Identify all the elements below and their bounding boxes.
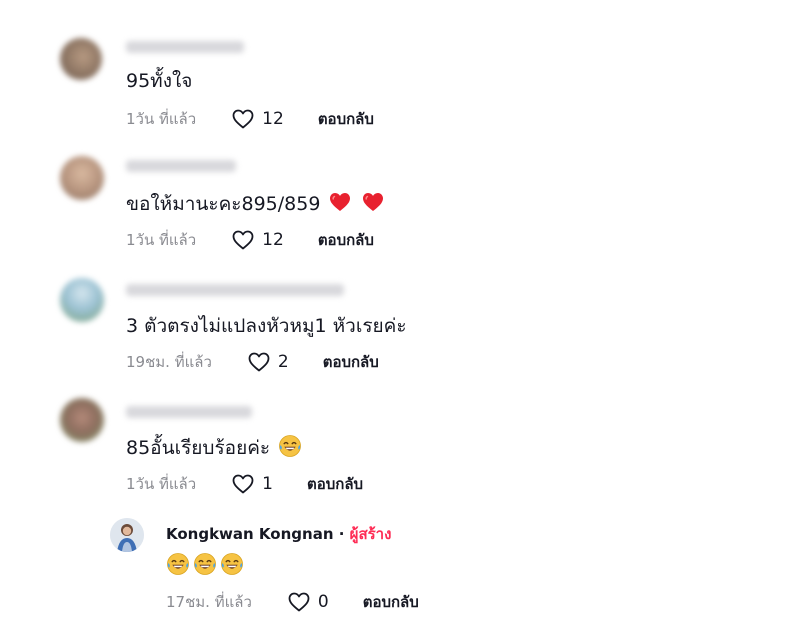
like-heart-icon[interactable] [286, 590, 312, 614]
comment-text: 85อั้นเรียบร้อยค่ะ [126, 434, 302, 460]
commenter-username-blurred[interactable] [126, 284, 344, 296]
comment-time: 19ชม. ที่แล้ว [126, 353, 212, 371]
comment-time: 1วัน ที่แล้ว [126, 475, 197, 493]
tears-of-joy-emoji [166, 552, 190, 576]
like-count: 2 [277, 352, 289, 372]
reply-button[interactable]: ตอบกลับ [318, 228, 374, 252]
commenter-avatar[interactable] [60, 398, 104, 442]
tears-of-joy-emoji [193, 552, 217, 576]
commenter-avatar[interactable] [60, 156, 104, 200]
comment-text-content: 85อั้นเรียบร้อยค่ะ [126, 437, 271, 459]
like-count: 12 [262, 109, 284, 129]
like-heart-icon[interactable] [230, 107, 256, 131]
like-count: 12 [262, 230, 284, 250]
commenter-username-blurred[interactable] [126, 406, 252, 418]
comment-text: 95ทั้งใจ [126, 70, 193, 92]
like-heart-icon[interactable] [246, 350, 272, 374]
tears-of-joy-emoji [278, 434, 302, 458]
comment-text-content: ขอให้มานะคะ895/859 [126, 193, 321, 215]
heart-emoji [328, 190, 352, 214]
separator-dot: · [338, 525, 345, 543]
comment-time: 1วัน ที่แล้ว [126, 231, 197, 249]
reply-button[interactable]: ตอบกลับ [318, 107, 374, 131]
like-heart-icon[interactable] [230, 472, 256, 496]
reply-button[interactable]: ตอบกลับ [363, 590, 419, 614]
creator-username[interactable]: Kongkwan Kongnan [166, 525, 334, 543]
comment-text: 3 ตัวตรงไม่แปลงหัวหมู1 หัวเรยค่ะ [126, 315, 407, 337]
like-count: 0 [317, 592, 329, 612]
like-count: 1 [262, 474, 273, 494]
commenter-username-blurred[interactable] [126, 41, 244, 53]
comment-time: 17ชม. ที่แล้ว [166, 593, 252, 611]
creator-name-line: Kongkwan Kongnan · ผู้สร้าง [166, 522, 391, 546]
like-heart-icon[interactable] [230, 228, 256, 252]
reply-emoji-row [166, 552, 244, 576]
comment-time: 1วัน ที่แล้ว [126, 110, 197, 128]
commenter-avatar[interactable] [60, 38, 102, 80]
creator-avatar[interactable] [110, 518, 144, 552]
heart-emoji [361, 190, 385, 214]
commenter-username-blurred[interactable] [126, 160, 236, 172]
reply-button[interactable]: ตอบกลับ [323, 350, 379, 374]
creator-badge: ผู้สร้าง [349, 525, 392, 543]
commenter-avatar[interactable] [60, 278, 104, 322]
reply-button[interactable]: ตอบกลับ [307, 472, 363, 496]
tears-of-joy-emoji [220, 552, 244, 576]
comment-text: ขอให้มานะคะ895/859 [126, 190, 385, 216]
